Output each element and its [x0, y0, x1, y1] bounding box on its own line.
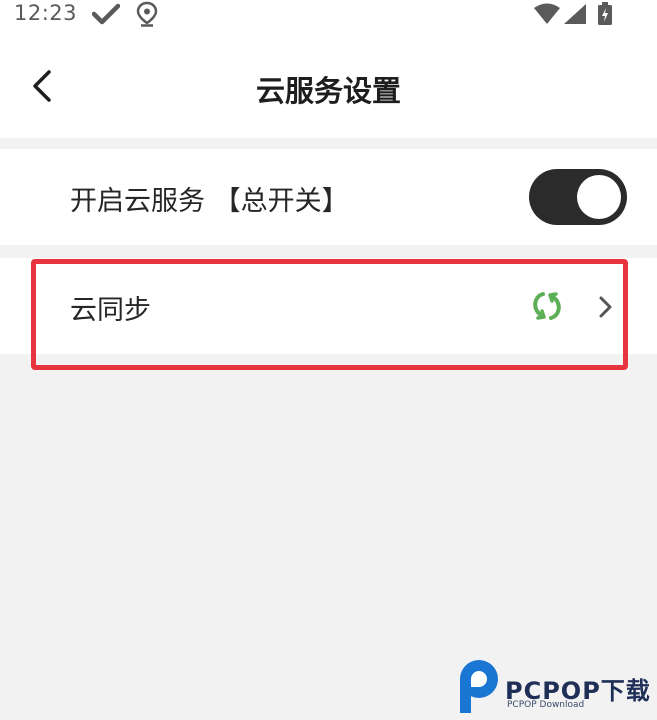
- master-switch-toggle[interactable]: [529, 169, 627, 225]
- status-time: 12:23: [14, 1, 78, 25]
- screen: 12:23 云服务设置 开启云服务 【总开关】 云同步 PCPOP下载 PCPO…: [0, 0, 657, 720]
- toggle-knob: [577, 175, 621, 219]
- status-bar: 12:23: [0, 0, 657, 30]
- check-icon: [92, 3, 120, 25]
- battery-icon: [598, 2, 612, 25]
- watermark-sub: PCPOP Download: [507, 700, 585, 710]
- watermark: PCPOP下载 PCPOP Download: [455, 657, 655, 717]
- pcpop-logo-icon: [460, 660, 498, 713]
- master-switch-label: 开启云服务 【总开关】: [70, 186, 349, 217]
- page-title: 云服务设置: [255, 74, 401, 108]
- location-icon: [136, 1, 158, 27]
- highlight-box: [31, 259, 628, 370]
- signal-icon: [564, 4, 586, 24]
- wifi-icon: [534, 3, 560, 24]
- app-header: 云服务设置: [0, 30, 657, 138]
- master-switch-row[interactable]: 开启云服务 【总开关】: [0, 149, 657, 245]
